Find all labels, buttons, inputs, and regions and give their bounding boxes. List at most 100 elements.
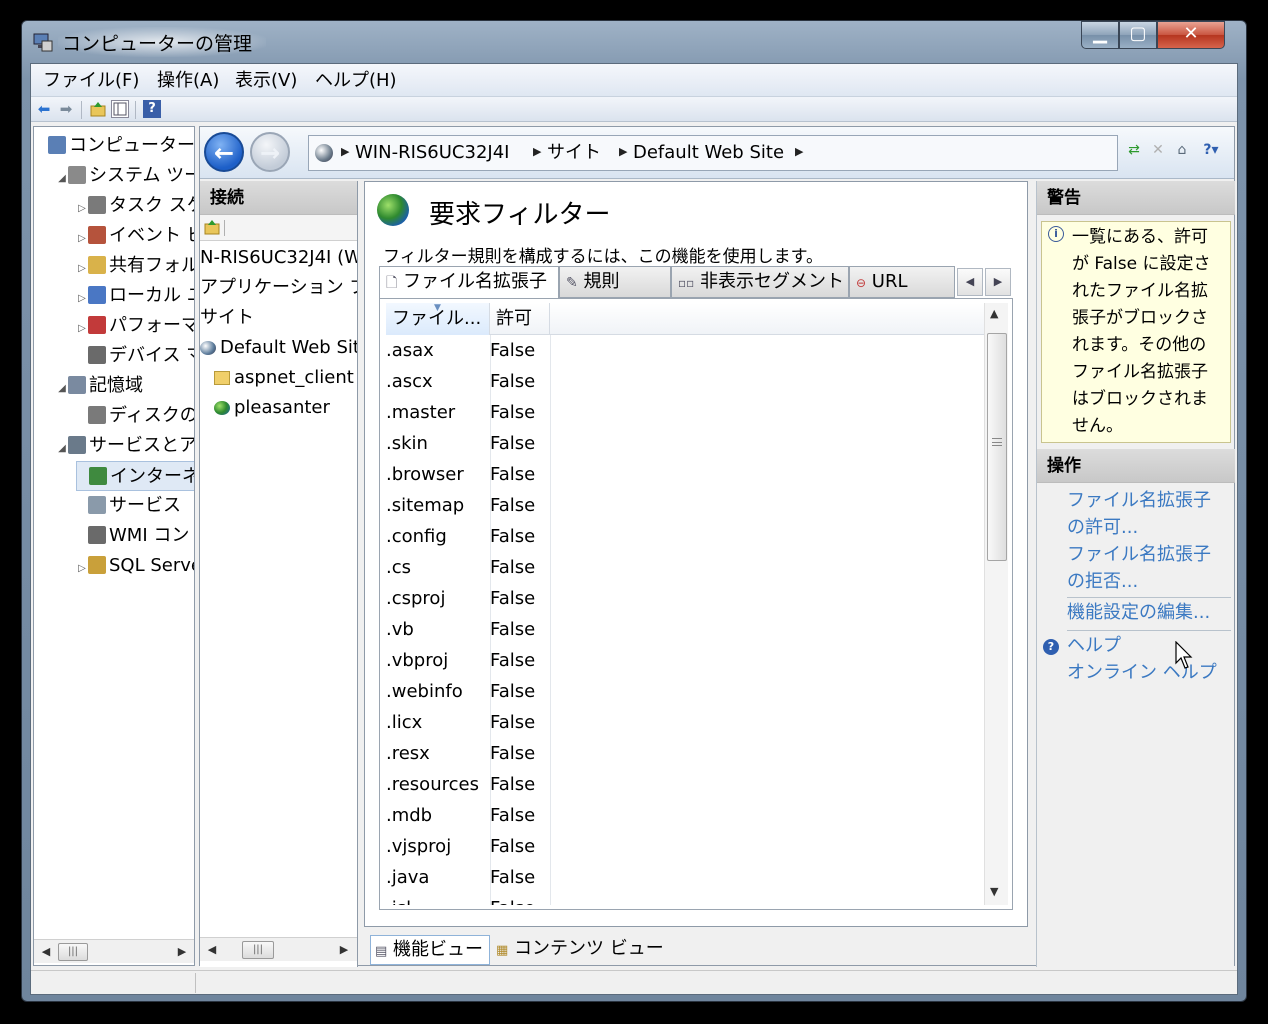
up-folder-icon[interactable]	[204, 219, 220, 240]
view-tabs: ▤ 機能ビュー ▦ コンテンツ ビュー	[364, 927, 1028, 967]
table-row[interactable]: .resx False	[380, 738, 978, 769]
table-row[interactable]: .java False	[380, 862, 978, 893]
table-row[interactable]: .licx False	[380, 707, 978, 738]
expand-arrow-icon[interactable]: ▷	[76, 194, 88, 224]
column-header-allowed[interactable]: 許可	[490, 303, 550, 335]
help-dropdown-icon[interactable]: ?▾	[1196, 141, 1226, 159]
connections-item[interactable]: aspnet_client	[214, 363, 354, 393]
tree-item[interactable]: ◢ サービスとアプリケーション	[56, 431, 194, 464]
tree-item[interactable]: ▷ SQL Server 構成マネージャー	[76, 551, 194, 584]
table-row[interactable]: .csproj False	[380, 583, 978, 614]
list-vertical-scrollbar[interactable]: ▲ ▼	[984, 303, 1008, 905]
expand-arrow-icon[interactable]: ▷	[76, 284, 88, 314]
stop-icon[interactable]: ✕	[1148, 141, 1168, 159]
tab-hidden-segments[interactable]: ▫▫ 非表示セグメント	[671, 266, 849, 298]
connections-item[interactable]: pleasanter	[214, 393, 330, 423]
expand-arrow-icon[interactable]: ▷	[76, 314, 88, 344]
table-row[interactable]: .sitemap False	[380, 490, 978, 521]
connections-item[interactable]: N-RIS6UC32J4I (WIN-RIS6UC32J4I\Administr…	[200, 243, 357, 273]
maximize-button[interactable]: ▢	[1119, 21, 1157, 49]
show-hide-console-tree-icon[interactable]	[111, 100, 129, 118]
tree-item[interactable]: サービス	[76, 491, 181, 521]
tree-item[interactable]: ▷ ローカル ユーザーとグループ	[76, 281, 194, 314]
minimize-button[interactable]: ▁	[1081, 21, 1119, 49]
tree-item[interactable]: ◢ 記憶域	[56, 371, 143, 401]
table-row[interactable]: .vb False	[380, 614, 978, 645]
tree-item[interactable]: ▷ イベント ビューアー	[76, 221, 194, 254]
connections-item[interactable]: アプリケーション プール	[200, 273, 357, 303]
scroll-up-icon[interactable]: ▲	[990, 307, 998, 320]
forward-arrow-icon[interactable]: ➡	[57, 100, 75, 118]
expanded-arrow-icon[interactable]: ◢	[56, 164, 68, 194]
menu-file[interactable]: ファイル(F)	[35, 68, 147, 94]
allow-extension-link[interactable]: ファイル名拡張子 の許可...	[1067, 487, 1211, 541]
tab-scroll-left-icon[interactable]: ◀	[957, 268, 983, 296]
up-folder-icon[interactable]	[89, 100, 107, 118]
tab-file-extensions[interactable]: 🗋 ファイル名拡張子	[379, 266, 559, 299]
connections-horizontal-scrollbar[interactable]: ◀ ||| ▶	[200, 937, 357, 961]
table-row[interactable]: .vbproj False	[380, 645, 978, 676]
tree-item[interactable]: WMI コントロール	[76, 521, 194, 551]
tree-item[interactable]: ▷ パフォーマンス	[76, 311, 194, 344]
scroll-thumb[interactable]: |||	[58, 943, 88, 961]
connections-item[interactable]: Default Web Site	[200, 333, 357, 363]
menu-help[interactable]: ヘルプ(H)	[307, 68, 405, 94]
scroll-left-icon[interactable]: ◀	[38, 944, 54, 960]
menu-action[interactable]: 操作(A)	[149, 68, 227, 94]
tree-item[interactable]: コンピューターの管理	[36, 131, 194, 161]
tree-item[interactable]: ディスクの管理	[76, 401, 194, 431]
edit-feature-settings-link[interactable]: 機能設定の編集...	[1067, 599, 1210, 626]
scroll-down-icon[interactable]: ▼	[990, 885, 998, 898]
scroll-left-icon[interactable]: ◀	[204, 942, 220, 958]
refresh-icon[interactable]: ⇄	[1124, 141, 1144, 159]
tab-content-view[interactable]: ▦ コンテンツ ビュー	[492, 935, 668, 965]
scroll-thumb[interactable]: |||	[242, 941, 274, 959]
help-icon[interactable]: ?	[143, 100, 161, 118]
tree-item[interactable]: デバイス マネージャー	[76, 341, 194, 371]
address-bar[interactable]: ▶ WIN-RIS6UC32J4I ▶ サイト ▶ Default Web Si…	[308, 135, 1118, 171]
back-button[interactable]: ←	[204, 132, 244, 172]
breadcrumb-sites[interactable]: サイト	[547, 141, 601, 165]
close-button[interactable]: ✕	[1157, 21, 1225, 49]
tree-item[interactable]: ▷ 共有フォルダー	[76, 251, 194, 284]
back-arrow-icon[interactable]: ⬅	[35, 100, 53, 118]
scroll-right-icon[interactable]: ▶	[174, 944, 190, 960]
title-bar[interactable]: コンピューターの管理 ▁ ▢ ✕	[22, 21, 1246, 63]
tab-scroll-right-icon[interactable]: ▶	[985, 268, 1011, 296]
table-row[interactable]: .resources False	[380, 769, 978, 800]
expand-arrow-icon[interactable]: ▷	[76, 224, 88, 254]
forward-button[interactable]: →	[250, 132, 290, 172]
expanded-arrow-icon[interactable]: ◢	[56, 374, 68, 404]
tab-url[interactable]: ⊖ URL	[849, 266, 955, 298]
table-row[interactable]: .master False	[380, 397, 978, 428]
connections-item[interactable]: サイト	[200, 303, 254, 333]
table-row[interactable]: .config False	[380, 521, 978, 552]
home-icon[interactable]: ⌂	[1172, 141, 1192, 159]
deny-extension-link[interactable]: ファイル名拡張子 の拒否...	[1067, 541, 1211, 595]
table-row[interactable]: .browser False	[380, 459, 978, 490]
tree-item[interactable]: ◢ システム ツール	[56, 161, 194, 194]
help-link[interactable]: ヘルプ	[1067, 632, 1121, 659]
tree-item[interactable]: インターネット インフォメーション サービス	[76, 461, 194, 491]
table-row[interactable]: .mdb False	[380, 800, 978, 831]
menu-view[interactable]: 表示(V)	[227, 68, 305, 94]
expand-arrow-icon[interactable]: ▷	[76, 554, 88, 584]
table-row[interactable]: .cs False	[380, 552, 978, 583]
tree-horizontal-scrollbar[interactable]: ◀ ||| ▶	[34, 939, 194, 963]
table-row[interactable]: .ascx False	[380, 366, 978, 397]
table-row[interactable]: .skin False	[380, 428, 978, 459]
expanded-arrow-icon[interactable]: ◢	[56, 434, 68, 464]
scroll-thumb[interactable]	[987, 333, 1007, 561]
table-row[interactable]: .asax False	[380, 335, 978, 366]
breadcrumb-site[interactable]: Default Web Site	[633, 141, 784, 165]
breadcrumb-server[interactable]: WIN-RIS6UC32J4I	[355, 141, 509, 165]
tab-rules[interactable]: ✎ 規則	[559, 266, 671, 298]
table-row[interactable]: .webinfo False	[380, 676, 978, 707]
scroll-right-icon[interactable]: ▶	[336, 942, 352, 958]
table-row[interactable]: .vjsproj False	[380, 831, 978, 862]
tree-item[interactable]: ▷ タスク スケジューラ	[76, 191, 194, 224]
tab-features-view[interactable]: ▤ 機能ビュー	[370, 935, 490, 965]
expand-arrow-icon[interactable]: ▷	[76, 254, 88, 284]
table-row[interactable]: .jsl False	[380, 893, 978, 905]
extension-cell: .mdb	[386, 805, 433, 826]
